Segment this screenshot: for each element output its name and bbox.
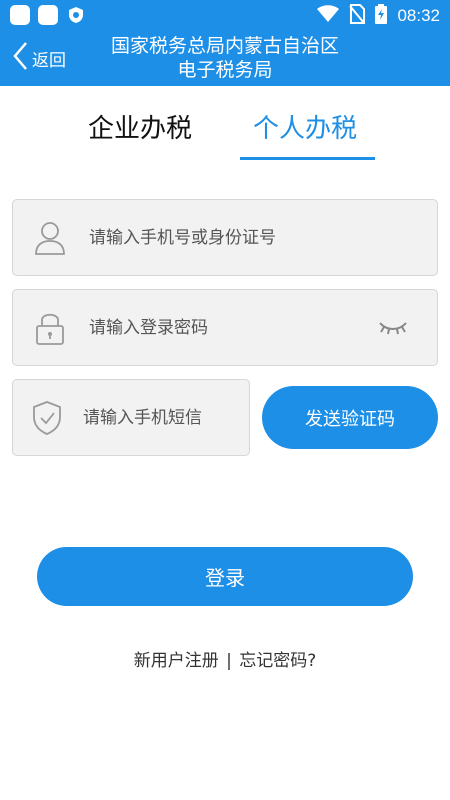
- link-separator: |: [226, 651, 232, 671]
- user-icon: [31, 219, 69, 257]
- back-button[interactable]: 返回: [12, 30, 66, 86]
- app-icon: [10, 5, 30, 25]
- tab-enterprise[interactable]: 企业办税: [88, 108, 192, 145]
- send-code-button[interactable]: 发送验证码: [262, 386, 438, 449]
- status-time: 08:32: [397, 6, 440, 25]
- tab-bar: 企业办税 个人办税: [0, 86, 450, 162]
- password-field: [12, 289, 438, 366]
- status-right: 08:32: [317, 4, 440, 28]
- login-button[interactable]: 登录: [37, 547, 413, 606]
- shield-check-icon: [31, 399, 63, 437]
- sms-code-field: [12, 379, 302, 456]
- back-chevron-icon: [12, 41, 28, 75]
- forgot-password-link[interactable]: 忘记密码?: [239, 651, 316, 671]
- battery-icon: [375, 4, 388, 28]
- tab-personal[interactable]: 个人办税: [253, 108, 357, 145]
- title-line-2: 电子税务局: [177, 59, 273, 81]
- shield-icon: [66, 5, 86, 25]
- lock-icon: [31, 309, 69, 347]
- page-title: 国家税务总局内蒙古自治区 电子税务局: [80, 34, 370, 82]
- wifi-icon: [317, 5, 340, 27]
- tab-active-indicator: [240, 157, 375, 160]
- eye-closed-icon[interactable]: [373, 313, 413, 343]
- app-icon: [38, 5, 58, 25]
- phone-id-input[interactable]: [89, 200, 437, 275]
- bottom-links: 新用户注册 | 忘记密码?: [0, 646, 450, 671]
- title-line-1: 国家税务总局内蒙古自治区: [110, 35, 339, 57]
- status-bar: 08:32: [0, 0, 450, 30]
- phone-id-field: [12, 199, 438, 276]
- status-left: [10, 5, 86, 25]
- password-input[interactable]: [89, 290, 373, 365]
- header-bar: 返回 国家税务总局内蒙古自治区 电子税务局: [0, 30, 450, 86]
- no-sim-icon: [349, 4, 366, 28]
- register-link[interactable]: 新用户注册: [134, 651, 219, 671]
- back-label: 返回: [32, 50, 66, 71]
